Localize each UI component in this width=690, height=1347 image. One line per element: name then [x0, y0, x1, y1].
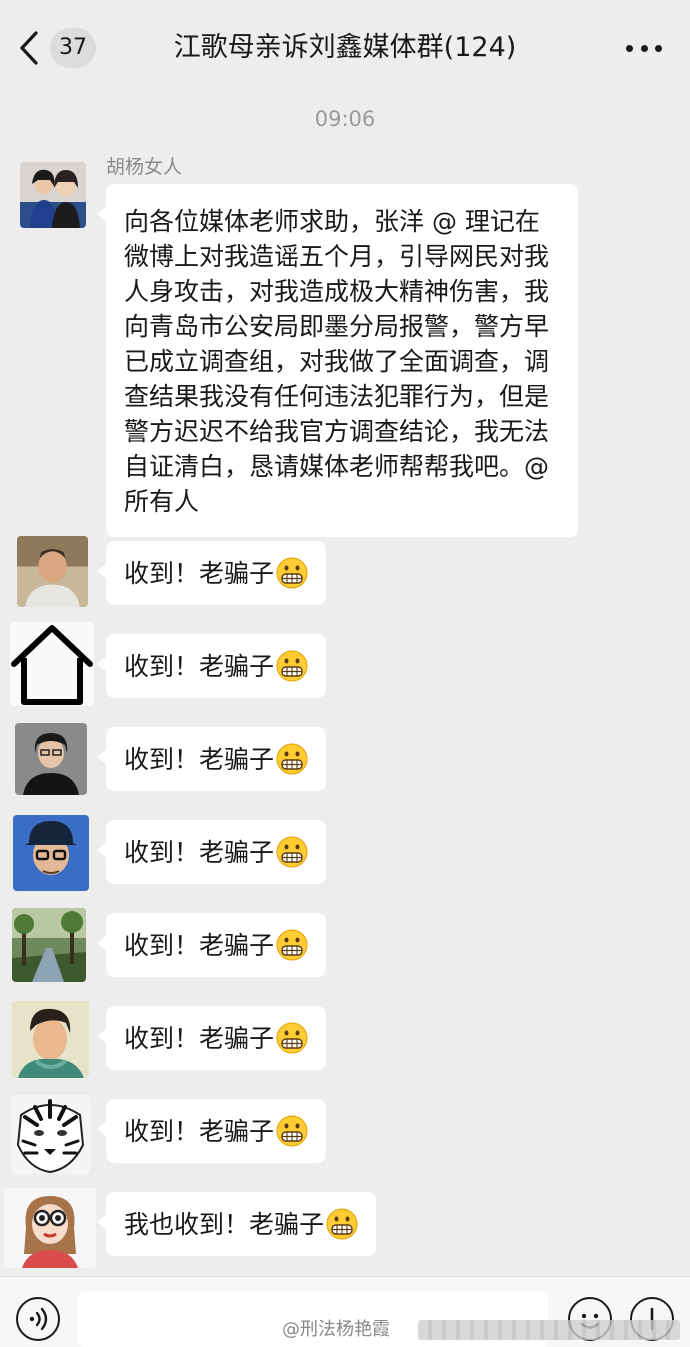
grimacing-emoji-icon — [276, 743, 308, 775]
message-bubble[interactable]: 收到！老骗子 — [96, 913, 327, 977]
message-bubble[interactable]: 收到！老骗子 — [96, 727, 327, 791]
grimacing-emoji-icon — [276, 1115, 308, 1147]
voice-icon — [29, 1307, 48, 1331]
avatar[interactable] — [11, 1095, 90, 1174]
message-bubble[interactable]: 收到！老骗子 — [96, 634, 327, 698]
grimacing-emoji-icon — [276, 1022, 308, 1054]
message-text: 收到！老骗子 — [124, 837, 275, 867]
sender-name: 胡杨女人 — [106, 156, 183, 178]
more-options-button[interactable] — [626, 30, 662, 66]
message-text: 我也收到！老骗子 — [124, 1209, 325, 1239]
avatar[interactable] — [20, 162, 86, 228]
weibo-watermark: @刑法杨艳霞 — [282, 1319, 390, 1340]
avatar[interactable] — [10, 622, 94, 706]
avatar[interactable] — [12, 1001, 89, 1078]
message-bubble[interactable]: 向各位媒体老师求助，张洋 @ 理记在微博上对我造谣五个月，引导网民对我人身攻击，… — [97, 184, 578, 537]
chevron-left-icon — [18, 26, 48, 70]
voice-input-button[interactable] — [16, 1297, 60, 1341]
message-text: 收到！老骗子 — [124, 744, 275, 774]
grimacing-emoji-icon — [276, 929, 308, 961]
avatar[interactable] — [13, 815, 89, 891]
grimacing-emoji-icon — [276, 836, 308, 868]
avatar[interactable] — [17, 536, 88, 607]
grimacing-emoji-icon — [276, 557, 308, 589]
message-timestamp: 09:06 — [314, 107, 376, 131]
more-dot-icon — [626, 44, 633, 52]
back-button[interactable]: 37 — [18, 26, 108, 70]
message-text: 向各位媒体老师求助，张洋 @ 理记在微博上对我造谣五个月，引导网民对我人身攻击，… — [124, 207, 550, 516]
message-bubble[interactable]: 收到！老骗子 — [96, 1006, 327, 1070]
avatar[interactable] — [12, 908, 86, 982]
message-bubble[interactable]: 收到！老骗子 — [96, 541, 327, 605]
message-text: 收到！老骗子 — [124, 1023, 275, 1053]
avatar[interactable] — [4, 1188, 96, 1268]
message-bubble[interactable]: 收到！老骗子 — [96, 1099, 327, 1163]
message-text: 收到！老骗子 — [124, 930, 275, 960]
chat-header: 37 江歌母亲诉刘鑫媒体群(124) — [0, 0, 690, 96]
message-bubble[interactable]: 我也收到！老骗子 — [96, 1192, 377, 1256]
mosaic-overlay — [418, 1320, 680, 1340]
more-dot-icon — [640, 44, 648, 52]
unread-count-badge: 37 — [50, 28, 96, 68]
grimacing-emoji-icon — [276, 650, 308, 682]
grimacing-emoji-icon — [326, 1208, 358, 1240]
message-text: 收到！老骗子 — [124, 1116, 275, 1146]
message-bubble[interactable]: 收到！老骗子 — [96, 820, 327, 884]
message-text: 收到！老骗子 — [124, 651, 275, 681]
chat-title: 江歌母亲诉刘鑫媒体群(124) — [173, 32, 517, 63]
message-text: 收到！老骗子 — [124, 558, 275, 588]
more-dot-icon — [655, 44, 662, 52]
avatar[interactable] — [15, 723, 87, 795]
